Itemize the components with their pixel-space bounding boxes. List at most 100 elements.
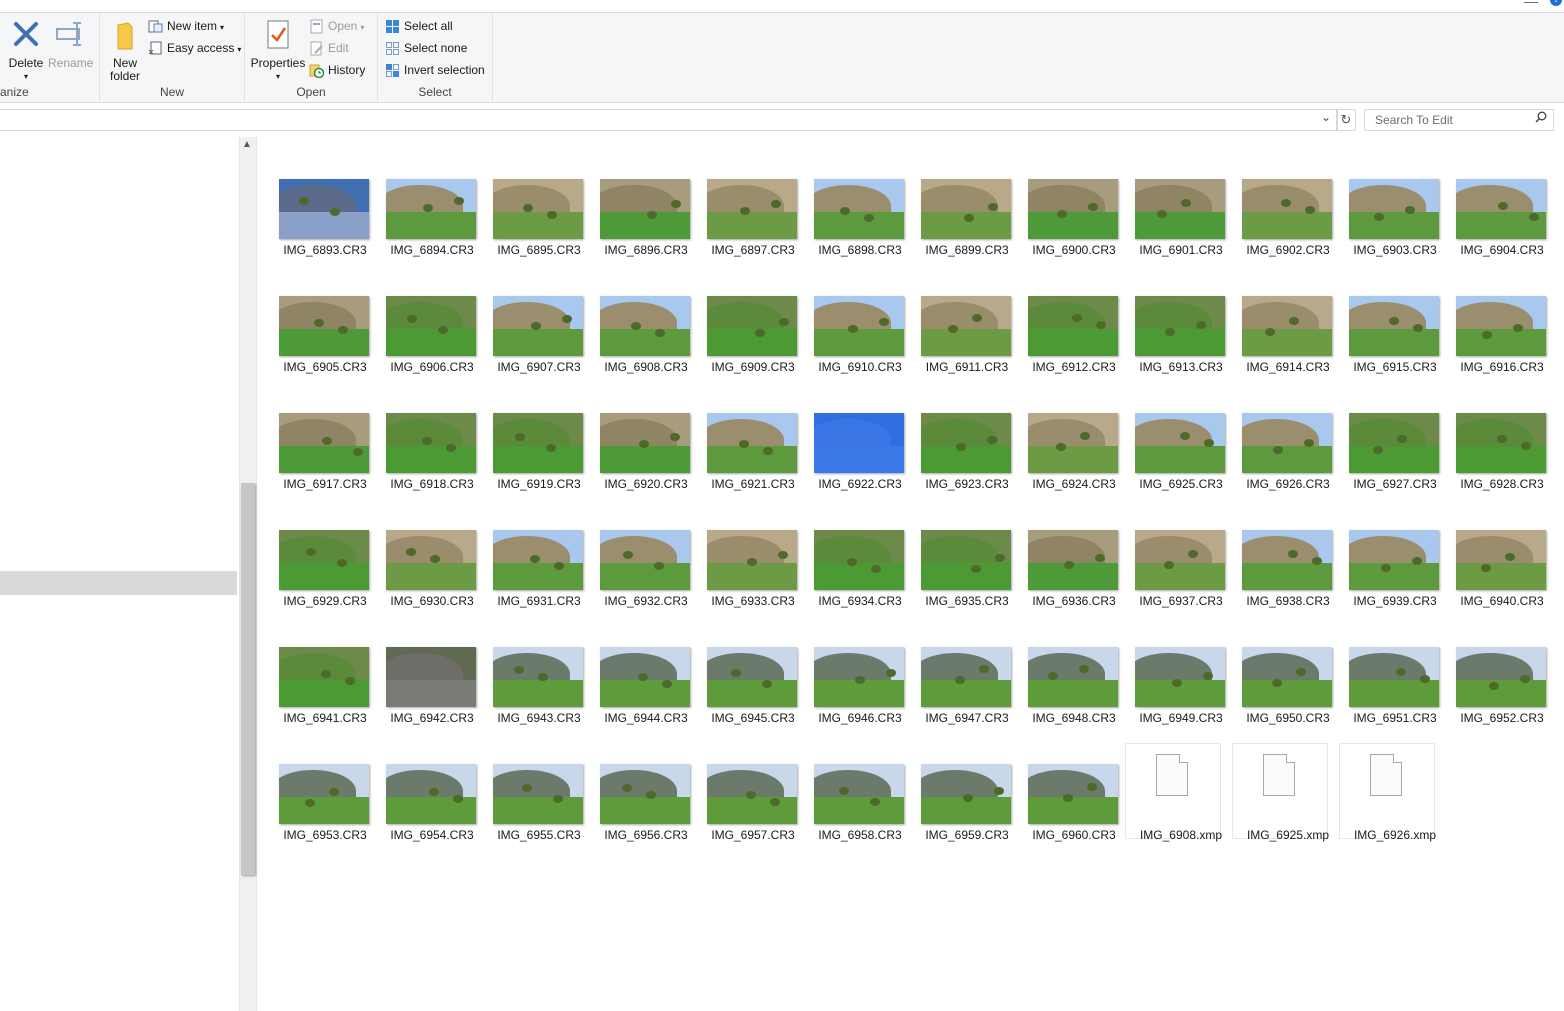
properties-dropdown-icon[interactable]: ▾	[249, 70, 307, 83]
file-item[interactable]: IMG_6934.CR3	[808, 525, 914, 635]
easy-access-button[interactable]: Easy access ▾	[148, 38, 241, 58]
file-item[interactable]: IMG_6930.CR3	[380, 525, 486, 635]
file-item[interactable]: IMG_6933.CR3	[701, 525, 807, 635]
file-item[interactable]: IMG_6947.CR3	[915, 642, 1021, 752]
navigation-scrollbar[interactable]: ▲	[239, 137, 257, 1011]
file-item[interactable]: IMG_6940.CR3	[1450, 525, 1556, 635]
file-item[interactable]: IMG_6951.CR3	[1343, 642, 1449, 752]
file-item[interactable]: IMG_6914.CR3	[1236, 291, 1342, 401]
edit-button[interactable]: Edit	[309, 38, 349, 58]
open-button[interactable]: Open ▾	[309, 16, 364, 36]
file-item[interactable]: IMG_6920.CR3	[594, 408, 700, 518]
file-item[interactable]: IMG_6913.CR3	[1129, 291, 1235, 401]
file-item[interactable]: IMG_6899.CR3	[915, 174, 1021, 284]
file-item[interactable]: IMG_6906.CR3	[380, 291, 486, 401]
select-all-button[interactable]: Select all	[385, 16, 453, 36]
folder-icon	[108, 15, 142, 55]
file-item[interactable]: IMG_6916.CR3	[1450, 291, 1556, 401]
file-item[interactable]: IMG_6903.CR3	[1343, 174, 1449, 284]
new-item-button[interactable]: New item ▾	[148, 16, 224, 36]
file-item[interactable]: IMG_6900.CR3	[1022, 174, 1128, 284]
file-item[interactable]: IMG_6949.CR3	[1129, 642, 1235, 752]
scrollbar-thumb[interactable]	[241, 483, 255, 875]
file-item[interactable]: IMG_6901.CR3	[1129, 174, 1235, 284]
file-item[interactable]: IMG_6953.CR3	[273, 759, 379, 869]
file-item[interactable]: IMG_6958.CR3	[808, 759, 914, 869]
rename-button[interactable]: Rename	[48, 15, 93, 70]
file-item[interactable]: IMG_6898.CR3	[808, 174, 914, 284]
file-item[interactable]: IMG_6928.CR3	[1450, 408, 1556, 518]
file-item[interactable]: IMG_6955.CR3	[487, 759, 593, 869]
properties-button[interactable]: Properties ▾	[249, 15, 307, 83]
file-item[interactable]: IMG_6945.CR3	[701, 642, 807, 752]
file-name: IMG_6912.CR3	[1032, 360, 1116, 374]
file-item[interactable]: IMG_6908.CR3	[594, 291, 700, 401]
file-item[interactable]: IMG_6924.CR3	[1022, 408, 1128, 518]
address-dropdown-icon[interactable]: ⌄	[1321, 110, 1331, 124]
file-item[interactable]: IMG_6895.CR3	[487, 174, 593, 284]
file-item[interactable]: IMG_6922.CR3	[808, 408, 914, 518]
file-item[interactable]: IMG_6950.CR3	[1236, 642, 1342, 752]
file-item[interactable]: IMG_6917.CR3	[273, 408, 379, 518]
file-item[interactable]: IMG_6896.CR3	[594, 174, 700, 284]
address-bar[interactable]: ⌄	[0, 109, 1338, 131]
file-item[interactable]: IMG_6948.CR3	[1022, 642, 1128, 752]
invert-selection-button[interactable]: Invert selection	[385, 60, 485, 80]
file-item[interactable]: IMG_6941.CR3	[273, 642, 379, 752]
navigation-selected-item[interactable]	[0, 571, 237, 595]
file-item[interactable]: IMG_6921.CR3	[701, 408, 807, 518]
file-item[interactable]: IMG_6939.CR3	[1343, 525, 1449, 635]
delete-button[interactable]: Delete ▾	[6, 15, 46, 83]
file-item[interactable]: IMG_6925.CR3	[1129, 408, 1235, 518]
minimize-button[interactable]: —	[1524, 0, 1538, 9]
delete-dropdown-icon[interactable]: ▾	[6, 70, 46, 83]
search-box[interactable]	[1364, 109, 1554, 131]
file-item[interactable]: IMG_6927.CR3	[1343, 408, 1449, 518]
file-item[interactable]: IMG_6909.CR3	[701, 291, 807, 401]
file-item[interactable]: IMG_6935.CR3	[915, 525, 1021, 635]
file-item[interactable]: IMG_6911.CR3	[915, 291, 1021, 401]
file-item[interactable]: IMG_6926.xmp	[1339, 743, 1449, 869]
file-item[interactable]: IMG_6923.CR3	[915, 408, 1021, 518]
file-item[interactable]: IMG_6959.CR3	[915, 759, 1021, 869]
file-item[interactable]: IMG_6931.CR3	[487, 525, 593, 635]
file-item[interactable]: IMG_6944.CR3	[594, 642, 700, 752]
file-item[interactable]: IMG_6957.CR3	[701, 759, 807, 869]
file-item[interactable]: IMG_6902.CR3	[1236, 174, 1342, 284]
file-item[interactable]: IMG_6907.CR3	[487, 291, 593, 401]
file-item[interactable]: IMG_6925.xmp	[1232, 743, 1342, 869]
refresh-button[interactable]: ↻	[1336, 109, 1356, 131]
file-item[interactable]: IMG_6938.CR3	[1236, 525, 1342, 635]
file-item[interactable]: IMG_6960.CR3	[1022, 759, 1128, 869]
file-item[interactable]: IMG_6915.CR3	[1343, 291, 1449, 401]
file-item[interactable]: IMG_6912.CR3	[1022, 291, 1128, 401]
file-item[interactable]: IMG_6905.CR3	[273, 291, 379, 401]
file-item[interactable]: IMG_6952.CR3	[1450, 642, 1556, 752]
file-item[interactable]: IMG_6919.CR3	[487, 408, 593, 518]
search-input[interactable]	[1373, 110, 1527, 130]
scroll-up-icon[interactable]: ▲	[242, 139, 252, 150]
file-item[interactable]: IMG_6943.CR3	[487, 642, 593, 752]
file-item[interactable]: IMG_6932.CR3	[594, 525, 700, 635]
navigation-pane[interactable]	[0, 137, 237, 1011]
file-item[interactable]: IMG_6954.CR3	[380, 759, 486, 869]
file-item[interactable]: IMG_6897.CR3	[701, 174, 807, 284]
file-item[interactable]: IMG_6918.CR3	[380, 408, 486, 518]
file-item[interactable]: IMG_6937.CR3	[1129, 525, 1235, 635]
file-item[interactable]: IMG_6929.CR3	[273, 525, 379, 635]
file-item[interactable]: IMG_6894.CR3	[380, 174, 486, 284]
file-item[interactable]: IMG_6936.CR3	[1022, 525, 1128, 635]
file-item[interactable]: IMG_6904.CR3	[1450, 174, 1556, 284]
select-none-button[interactable]: Select none	[385, 38, 467, 58]
new-folder-button[interactable]: New folder	[104, 15, 146, 83]
file-item[interactable]: IMG_6893.CR3	[273, 174, 379, 284]
file-item[interactable]: IMG_6910.CR3	[808, 291, 914, 401]
file-item[interactable]: IMG_6946.CR3	[808, 642, 914, 752]
file-item[interactable]: IMG_6956.CR3	[594, 759, 700, 869]
help-icon[interactable]: ?	[1550, 0, 1562, 6]
file-item[interactable]: IMG_6908.xmp	[1125, 743, 1235, 869]
search-icon[interactable]	[1535, 111, 1547, 126]
history-button[interactable]: History	[309, 60, 365, 80]
file-item[interactable]: IMG_6942.CR3	[380, 642, 486, 752]
file-item[interactable]: IMG_6926.CR3	[1236, 408, 1342, 518]
